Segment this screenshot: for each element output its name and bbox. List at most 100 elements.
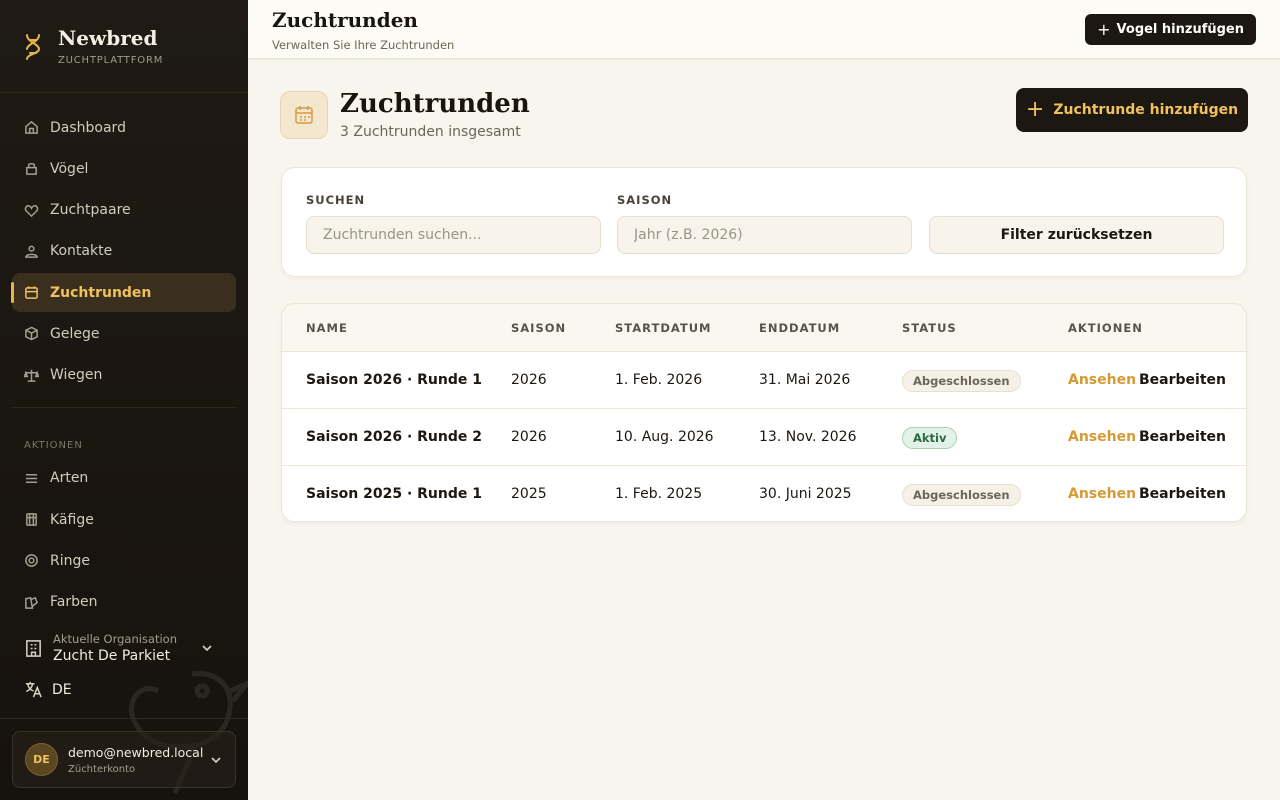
brand-name: Newbred	[58, 25, 158, 50]
actions-section-label: AKTIONEN	[24, 439, 83, 451]
language-switcher[interactable]: DE	[24, 680, 72, 699]
search-input[interactable]	[306, 216, 601, 254]
home-icon	[25, 120, 38, 134]
header-title: Zuchtrunden	[272, 8, 418, 32]
plus-icon: +	[1025, 97, 1045, 122]
sidebar: Newbred ZUCHTPLATTFORM Dashboard Vögel Z…	[0, 0, 248, 800]
cell-name: Saison 2026 · Runde 1	[306, 372, 482, 388]
page-title: Zuchtrunden	[340, 89, 530, 119]
scale-icon	[24, 369, 39, 382]
sidebar-item-wiegen[interactable]: Wiegen	[12, 356, 236, 395]
table-row[interactable]: Saison 2025 · Runde 1 2025 1. Feb. 2025 …	[282, 466, 1246, 521]
filter-card: SUCHEN SAISON Filter zurücksetzen	[281, 167, 1247, 277]
calendar-icon	[295, 106, 313, 124]
status-badge: Abgeschlossen	[902, 370, 1021, 392]
avatar: DE	[25, 743, 58, 776]
contacts-icon	[25, 245, 38, 258]
table-row[interactable]: Saison 2026 · Runde 2 2026 10. Aug. 2026…	[282, 409, 1246, 466]
sidebar-divider	[0, 718, 248, 719]
box-icon	[25, 327, 38, 341]
sidebar-item-label: Kontakte	[50, 243, 113, 260]
chevron-down-icon	[202, 645, 212, 652]
edit-link[interactable]: Bearbeiten	[1139, 429, 1226, 445]
view-link[interactable]: Ansehen	[1068, 372, 1136, 388]
column-header-name[interactable]: NAME	[306, 321, 348, 335]
list-icon	[25, 473, 38, 483]
cell-end-date: 30. Juni 2025	[759, 486, 852, 502]
sidebar-item-label: Käfige	[50, 511, 94, 528]
add-bird-button[interactable]: + Vogel hinzufügen	[1085, 14, 1256, 45]
user-email: demo@newbred.local	[68, 744, 204, 760]
translate-icon	[25, 681, 42, 698]
add-bird-label: Vogel hinzufügen	[1116, 22, 1244, 37]
sidebar-item-kaefige[interactable]: Käfige	[12, 500, 236, 539]
building-icon	[26, 639, 41, 657]
calendar-icon	[25, 286, 38, 300]
sidebar-item-gelege[interactable]: Gelege	[12, 314, 236, 353]
sidebar-item-ringe[interactable]: Ringe	[12, 541, 236, 580]
user-menu[interactable]: DE demo@newbred.local Züchterkonto	[12, 731, 236, 788]
column-header-season[interactable]: SAISON	[511, 321, 566, 335]
breeding-rounds-table: NAME SAISON STARTDATUM ENDDATUM STATUS A…	[281, 303, 1247, 522]
sidebar-item-label: Zuchtpaare	[50, 202, 131, 219]
bird-icon	[26, 163, 37, 176]
organization-name: Zucht De Parkiet	[53, 648, 171, 664]
cell-start-date: 1. Feb. 2025	[615, 486, 703, 502]
sidebar-item-label: Farben	[50, 594, 98, 611]
edit-link[interactable]: Bearbeiten	[1139, 486, 1226, 502]
sidebar-nav: Dashboard Vögel Zuchtpaare Kontakte Zuch…	[0, 93, 248, 395]
language-code: DE	[52, 681, 72, 698]
status-badge: Abgeschlossen	[902, 484, 1021, 506]
sidebar-item-label: Dashboard	[50, 119, 126, 136]
sidebar-item-dashboard[interactable]: Dashboard	[12, 108, 236, 147]
add-breeding-round-label: Zuchtrunde hinzufügen	[1053, 102, 1239, 118]
column-header-actions: AKTIONEN	[1068, 321, 1143, 335]
organization-label: Aktuelle Organisation	[53, 632, 177, 646]
sidebar-item-zuchtrunden[interactable]: Zuchtrunden	[11, 273, 236, 313]
reset-filters-button[interactable]: Filter zurücksetzen	[929, 216, 1224, 254]
palette-icon	[25, 596, 39, 609]
view-link[interactable]: Ansehen	[1068, 429, 1136, 445]
plus-icon: +	[1097, 20, 1111, 39]
brand-subtitle: ZUCHTPLATTFORM	[58, 54, 164, 66]
cell-end-date: 13. Nov. 2026	[759, 429, 857, 445]
column-header-end[interactable]: ENDDATUM	[759, 321, 840, 335]
user-role: Züchterkonto	[68, 763, 136, 775]
status-badge: Aktiv	[902, 427, 958, 449]
season-input[interactable]	[617, 216, 912, 254]
sidebar-item-label: Wiegen	[50, 367, 103, 384]
add-breeding-round-button[interactable]: + Zuchtrunde hinzufügen	[1016, 88, 1248, 132]
search-label: SUCHEN	[306, 193, 366, 207]
cell-season: 2025	[511, 486, 547, 502]
cage-icon	[26, 513, 37, 526]
sidebar-item-label: Arten	[50, 470, 89, 487]
view-link[interactable]: Ansehen	[1068, 486, 1136, 502]
cell-season: 2026	[511, 429, 547, 445]
sidebar-item-label: Vögel	[50, 160, 89, 177]
edit-link[interactable]: Bearbeiten	[1139, 372, 1226, 388]
cell-start-date: 10. Aug. 2026	[615, 429, 714, 445]
header-subtitle: Verwalten Sie Ihre Zuchtrunden	[272, 38, 455, 52]
cell-start-date: 1. Feb. 2026	[615, 372, 703, 388]
sidebar-item-arten[interactable]: Arten	[12, 459, 236, 498]
organization-switcher[interactable]: Aktuelle Organisation Zucht De Parkiet	[12, 628, 236, 668]
sidebar-item-farben[interactable]: Farben	[12, 583, 236, 622]
dna-logo-icon	[26, 34, 41, 60]
sidebar-item-kontakte[interactable]: Kontakte	[12, 232, 236, 271]
column-header-status[interactable]: STATUS	[902, 321, 957, 335]
sidebar-item-label: Gelege	[50, 325, 100, 342]
table-row[interactable]: Saison 2026 · Runde 1 2026 1. Feb. 2026 …	[282, 352, 1246, 409]
page-count: 3 Zuchtrunden insgesamt	[340, 124, 521, 140]
heart-icon	[24, 204, 39, 217]
sidebar-item-zuchtpaare[interactable]: Zuchtpaare	[12, 191, 236, 230]
column-header-start[interactable]: STARTDATUM	[615, 321, 712, 335]
cell-name: Saison 2025 · Runde 1	[306, 486, 482, 502]
sidebar-item-voegel[interactable]: Vögel	[12, 149, 236, 188]
top-header: Zuchtrunden Verwalten Sie Ihre Zuchtrund…	[248, 0, 1280, 59]
chevron-down-icon	[211, 757, 221, 764]
ring-icon	[25, 554, 38, 568]
cell-end-date: 31. Mai 2026	[759, 372, 851, 388]
season-label: SAISON	[617, 193, 673, 207]
brand[interactable]: Newbred ZUCHTPLATTFORM	[0, 0, 248, 93]
sidebar-actions: Arten Käfige Ringe Farben	[0, 459, 248, 622]
